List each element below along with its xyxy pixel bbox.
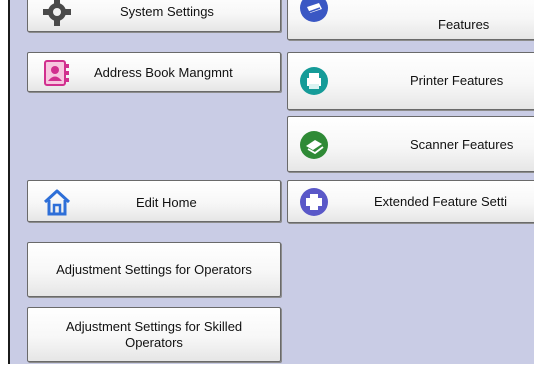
adjustment-settings-skilled-label: Adjustment Settings for Skilled Operator… [65,318,243,350]
extended-feature-settings-button[interactable]: Extended Feature Setti [287,180,534,223]
gear-icon [42,0,72,27]
system-settings-button[interactable]: System Settings [27,0,281,32]
address-book-icon [42,58,72,88]
edit-home-label: Edit Home [136,195,197,210]
adjustment-settings-operators-button[interactable]: Adjustment Settings for Operators [27,242,281,297]
settings-panel: System Settings Address Book Mangmnt Edi… [8,0,534,364]
scanner-features-label: Scanner Features [410,137,514,152]
address-book-button[interactable]: Address Book Mangmnt [27,52,281,92]
printer-features-button[interactable]: Printer Features [287,52,534,110]
features-icon [299,0,329,23]
home-icon [42,187,72,217]
address-book-label: Address Book Mangmnt [94,65,233,80]
features-label: Features [438,17,490,32]
extended-feature-settings-label: Extended Feature Setti [374,194,507,209]
features-button[interactable]: Features [287,0,534,40]
scanner-features-button[interactable]: Scanner Features [287,116,534,172]
edit-home-button[interactable]: Edit Home [27,180,281,222]
adjustment-settings-operators-label: Adjustment Settings for Operators [56,261,252,277]
adjustment-settings-skilled-button[interactable]: Adjustment Settings for Skilled Operator… [27,307,281,362]
printer-icon [299,66,329,96]
extended-feature-icon [299,187,329,217]
system-settings-label: System Settings [120,4,214,19]
printer-features-label: Printer Features [410,73,504,88]
scanner-icon [299,130,329,160]
